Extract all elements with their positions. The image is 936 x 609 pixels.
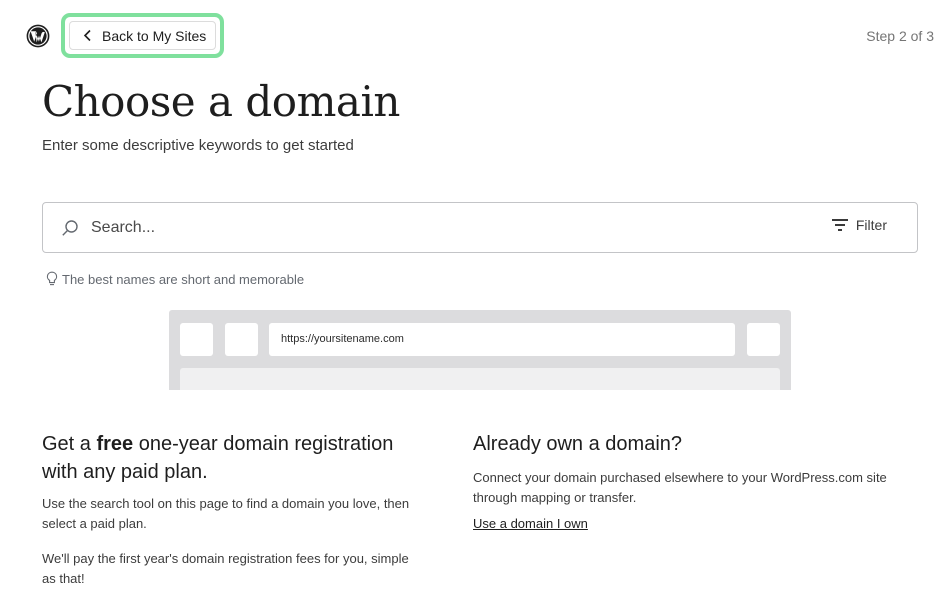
search-icon bbox=[62, 220, 78, 236]
browser-button-back bbox=[180, 323, 213, 356]
page-subtitle: Enter some descriptive keywords to get s… bbox=[42, 137, 354, 154]
search-tip-text: The best names are short and memorable bbox=[62, 271, 305, 287]
filter-label: Filter bbox=[855, 217, 887, 233]
free-domain-heading: Get a free one-year domain registration … bbox=[42, 433, 394, 483]
own-domain-heading: Already own a domain? bbox=[473, 433, 683, 455]
browser-button-forward bbox=[225, 323, 258, 356]
free-domain-paragraph-2: We'll pay the first year's domain regist… bbox=[42, 551, 409, 586]
preview-url-bar: https://yoursitename.com bbox=[269, 323, 735, 356]
browser-content-area bbox=[180, 368, 780, 390]
chevron-left-icon bbox=[83, 29, 91, 42]
free-domain-section: Get a free one-year domain registration … bbox=[42, 430, 422, 589]
search-tip: The best names are short and memorable bbox=[46, 271, 304, 287]
use-domain-i-own-link[interactable]: Use a domain I own bbox=[473, 516, 588, 531]
filter-icon bbox=[831, 219, 848, 231]
own-domain-section: Already own a domain? Connect your domai… bbox=[473, 430, 923, 533]
wordpress-logo-icon[interactable] bbox=[26, 24, 50, 48]
domain-search-input[interactable] bbox=[91, 216, 791, 240]
back-button-highlight: Back to My Sites bbox=[61, 13, 224, 58]
page-title: Choose a domain bbox=[42, 77, 400, 126]
back-to-my-sites-button[interactable]: Back to My Sites bbox=[69, 21, 216, 50]
free-domain-paragraph-1: Use the search tool on this page to find… bbox=[42, 496, 410, 531]
lightbulb-icon bbox=[46, 271, 58, 286]
browser-button-menu bbox=[747, 323, 780, 356]
step-indicator: Step 2 of 3 bbox=[866, 28, 934, 44]
own-domain-paragraph: Connect your domain purchased elsewhere … bbox=[473, 470, 887, 505]
domain-preview-illustration: https://yoursitename.com bbox=[169, 310, 791, 390]
back-button-label: Back to My Sites bbox=[102, 27, 207, 44]
domain-search-box: Filter bbox=[42, 202, 918, 253]
filter-button[interactable]: Filter bbox=[831, 217, 887, 233]
